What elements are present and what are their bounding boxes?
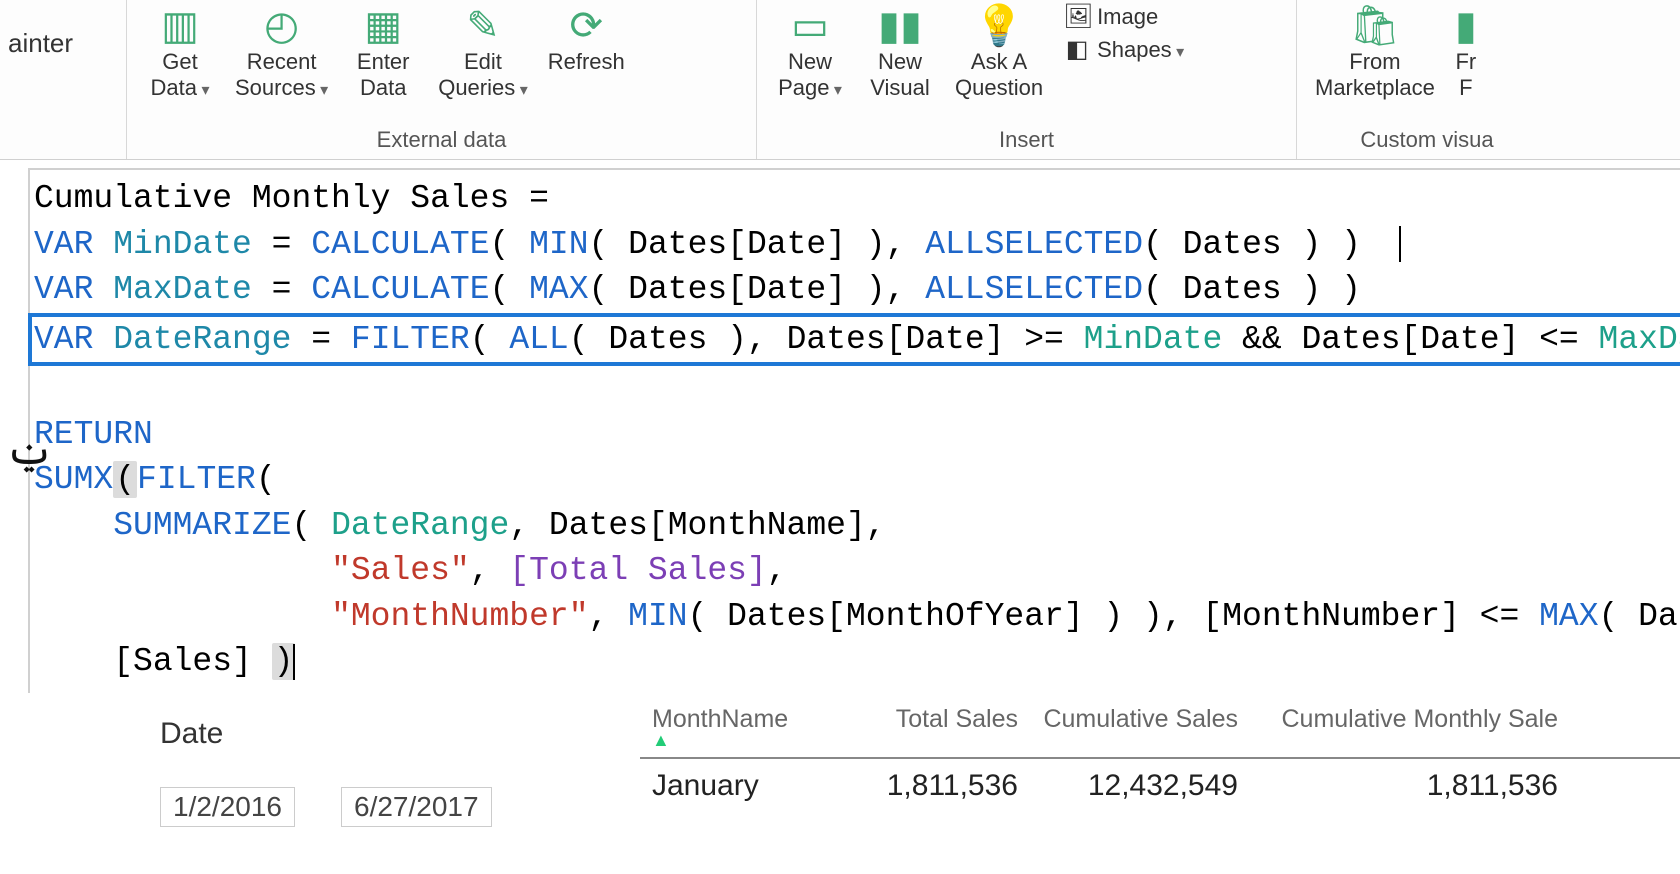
refresh-icon: ⟳ [570,4,604,48]
slicer-title: Date [160,717,610,751]
formula-bar-container: ݔ Cumulative Monthly Sales = VAR MinDate… [28,168,1680,693]
date-slicer[interactable]: Date 1/2/2016 6/27/2017 [0,699,640,827]
text-cursor [1399,226,1401,262]
report-canvas: Date 1/2/2016 6/27/2017 MonthName ▲ Tota… [0,699,1680,827]
edit-queries-label: Edit Queries [438,49,528,102]
col-cumulative-sales[interactable]: Cumulative Sales [1030,705,1250,751]
insert-image-button[interactable]: 🖼 Image [1059,0,1188,33]
ask-question-label: Ask A Question [955,49,1043,102]
new-page-label: New Page [778,49,842,102]
highlighted-formula-line: VAR DateRange = FILTER( ALL( Dates ), Da… [28,313,1680,367]
new-page-button[interactable]: ▭ New Page [765,0,855,102]
insert-shapes-button[interactable]: ◧ Shapes [1059,33,1188,66]
from-file-icon: ▮ [1455,4,1477,48]
new-visual-button[interactable]: ▮▮ New Visual [855,0,945,102]
ask-question-button[interactable]: 💡 Ask A Question [945,0,1053,102]
recent-sources-button[interactable]: ◴ Recent Sources [225,0,338,102]
cell-total: 1,811,536 [830,769,1030,803]
slicer-end-date[interactable]: 6/27/2017 [341,787,492,827]
edit-queries-button[interactable]: ✎ Edit Queries [428,0,538,102]
dax-formula-editor[interactable]: Cumulative Monthly Sales = VAR MinDate =… [28,168,1680,693]
col-cumulative-monthly-sales[interactable]: Cumulative Monthly Sale [1250,705,1570,751]
group-label-external-data: External data [135,123,748,155]
cell-month: January [640,769,830,803]
table-row[interactable]: January 1,811,536 12,432,549 1,811,536 [640,759,1680,803]
cell-cms: 1,811,536 [1250,769,1570,803]
cell-cum: 12,432,549 [1030,769,1250,803]
group-label-custom-visuals: Custom visua [1305,123,1549,155]
marketplace-icon: 🛍 [1350,4,1401,48]
enter-data-button[interactable]: ▦ Enter Data [338,0,428,102]
format-painter-label: ainter [8,28,73,59]
group-label-clipboard [8,123,118,155]
col-monthname[interactable]: MonthName ▲ [640,705,830,751]
table-header-row: MonthName ▲ Total Sales Cumulative Sales… [640,705,1680,759]
insert-shapes-label: Shapes [1097,37,1184,63]
new-visual-icon: ▮▮ [878,4,922,48]
refresh-label: Refresh [548,49,625,75]
from-marketplace-button[interactable]: 🛍 From Marketplace [1305,0,1445,102]
refresh-button[interactable]: ⟳ Refresh [538,0,635,75]
edit-queries-icon: ✎ [466,4,500,48]
get-data-icon: ▥ [161,4,199,48]
enter-data-label: Enter Data [357,49,410,102]
enter-data-icon: ▦ [364,4,402,48]
group-label-insert: Insert [765,123,1288,155]
get-data-label: Get Data [151,49,210,102]
new-page-icon: ▭ [791,4,829,48]
insert-image-label: Image [1097,4,1158,30]
recent-sources-label: Recent Sources [235,49,328,102]
recent-sources-icon: ◴ [264,4,299,48]
from-marketplace-label: From Marketplace [1315,49,1435,102]
sales-table-visual[interactable]: MonthName ▲ Total Sales Cumulative Sales… [640,699,1680,827]
from-file-button[interactable]: ▮ Fr F [1445,0,1487,102]
col-total-sales[interactable]: Total Sales [830,705,1030,751]
format-painter-button[interactable]: ainter [8,0,118,59]
text-cursor-2 [293,644,295,680]
from-file-label: Fr F [1455,49,1476,102]
new-visual-label: New Visual [870,49,930,102]
get-data-button[interactable]: ▥ Get Data [135,0,225,102]
image-icon: 🖼 [1063,2,1091,31]
edge-glyph: ݔ [6,428,53,477]
ribbon-toolbar: ainter ▥ Get Data ◴ Recent Sources ▦ Ent… [0,0,1680,160]
shapes-icon: ◧ [1063,35,1091,64]
dax-line-1: Cumulative Monthly Sales = [34,180,569,217]
slicer-start-date[interactable]: 1/2/2016 [160,787,295,827]
ask-question-icon: 💡 [974,4,1024,48]
